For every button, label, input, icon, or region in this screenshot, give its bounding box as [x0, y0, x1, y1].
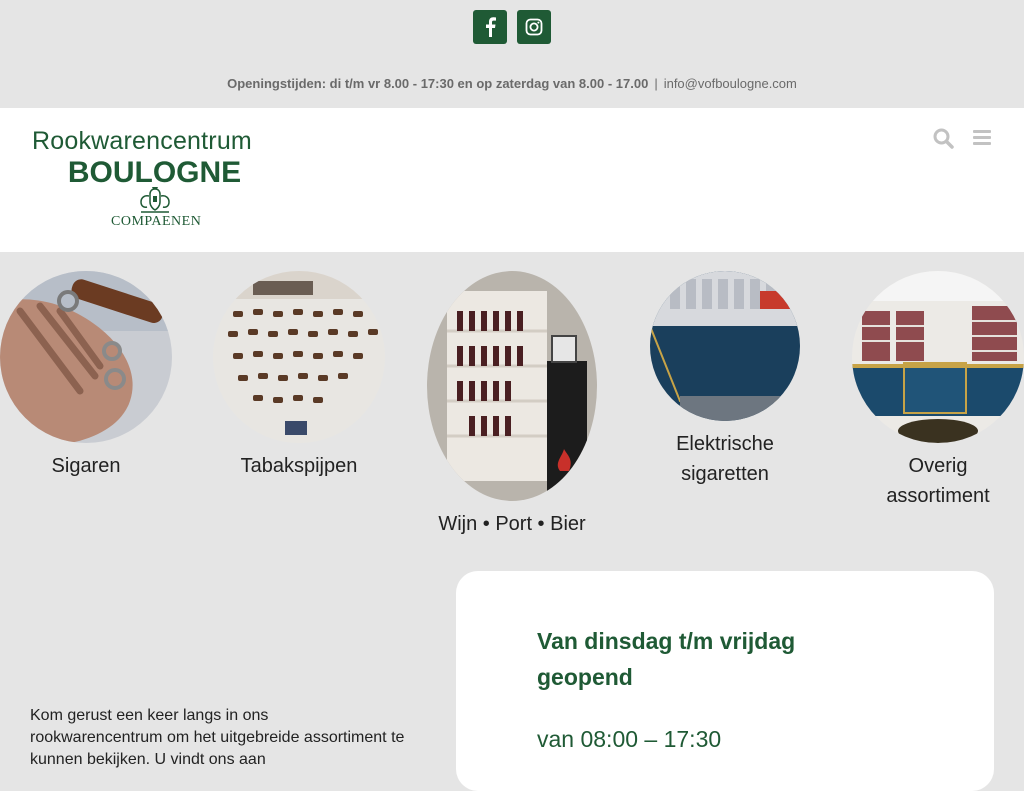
category-label: Overig assortiment [852, 451, 1024, 511]
facebook-link[interactable] [473, 10, 507, 44]
category-label: Sigaren [51, 455, 121, 477]
email-link[interactable]: info@vofboulogne.com [664, 76, 797, 91]
opening-hours-bar: Openingstijden: di t/m vr 8.00 - 17:30 e… [0, 76, 1024, 91]
separator: | [654, 76, 658, 91]
top-bar: Openingstijden: di t/m vr 8.00 - 17:30 e… [0, 0, 1024, 108]
hours-card-time: van 08:00 – 17:30 [537, 726, 722, 752]
category-wijn-port-bier[interactable]: Wijn • Port • Bier [427, 271, 597, 539]
logo-line-2: BOULOGNE [67, 156, 242, 189]
category-label-line1: Overig [908, 455, 968, 477]
category-label: Elektrische sigaretten [650, 429, 800, 489]
instagram-link[interactable] [517, 10, 551, 44]
store-image [852, 271, 1024, 443]
cigar-image [0, 271, 172, 443]
opening-hours-card: Van dinsdag t/m vrijdag geopend van 08:0… [456, 571, 994, 791]
category-label-line2: sigaretten [681, 463, 769, 485]
menu-icon[interactable] [973, 128, 991, 151]
wine-image [427, 271, 597, 501]
site-header: Rookwarencentrum BOULOGNE COMPAENEN [0, 108, 1024, 252]
logo-line-3: COMPAENEN [111, 214, 202, 229]
intro-text: Kom gerust een keer langs in ons rookwar… [30, 707, 405, 768]
category-label-line2: assortiment [886, 485, 990, 507]
category-label: Wijn • Port • Bier [438, 513, 586, 535]
category-label: Tabakspijpen [240, 455, 358, 477]
category-label-line1: Elektrische [676, 433, 774, 455]
instagram-icon [525, 18, 543, 36]
pipes-image [213, 271, 385, 443]
crest-icon [140, 187, 170, 213]
site-logo[interactable]: Rookwarencentrum BOULOGNE COMPAENEN [32, 127, 282, 229]
category-overig-assortiment[interactable]: Overig assortiment [852, 271, 1024, 511]
facebook-icon [486, 17, 496, 37]
hours-card-heading: Van dinsdag t/m vrijdag geopend [537, 628, 796, 690]
category-elektrische-sigaretten[interactable]: Elektrische sigaretten [650, 271, 800, 489]
logo-line-1: Rookwarencentrum [32, 127, 252, 155]
category-sigaren[interactable]: Sigaren [0, 271, 172, 481]
category-tabakspijpen[interactable]: Tabakspijpen [213, 271, 385, 481]
search-icon[interactable] [933, 128, 954, 154]
opening-hours-text: Openingstijden: di t/m vr 8.00 - 17:30 e… [227, 76, 649, 91]
e-cigarette-image [650, 271, 800, 421]
